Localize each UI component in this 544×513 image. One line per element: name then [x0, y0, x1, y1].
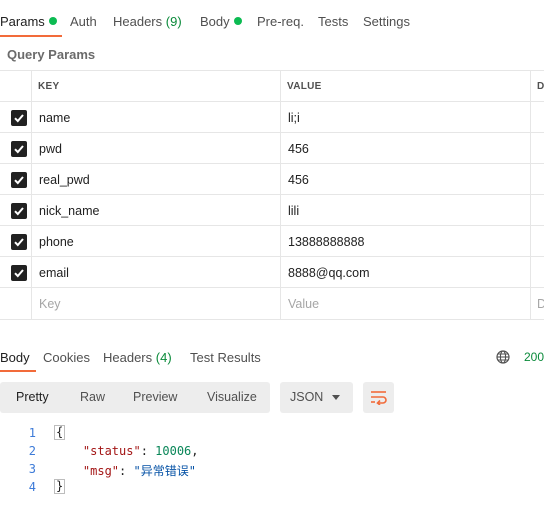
tab-prerequest[interactable]: Pre-req. [257, 14, 304, 29]
response-tab-headers-count: (4) [155, 350, 172, 365]
tab-auth[interactable]: Auth [70, 14, 97, 29]
param-value[interactable]: 456 [288, 142, 309, 156]
tab-settings[interactable]: Settings [363, 14, 410, 29]
row-checkbox[interactable] [11, 234, 27, 250]
response-tab-body[interactable]: Body [0, 350, 30, 365]
active-tab-underline [0, 35, 62, 37]
line-number: 4 [28, 480, 36, 494]
view-mode-selector: Pretty Raw Preview Visualize [0, 382, 270, 413]
column-header-key: KEY [38, 81, 60, 92]
tab-body-label: Body [200, 14, 230, 29]
params-active-dot [48, 17, 57, 25]
raw-view-button[interactable]: Raw [80, 390, 105, 404]
wrap-lines-icon [371, 391, 387, 405]
response-tabs: Body Cookies Headers (4) Test Results 20… [0, 340, 544, 374]
tab-params-label: Params [0, 14, 45, 29]
code-line: { [54, 425, 66, 440]
json-key: "msg" [82, 464, 120, 478]
code-line: "msg": "异常错误" [82, 464, 196, 478]
table-header-row: KEY VALUE D [0, 70, 544, 102]
table-row: phone 13888888888 [0, 225, 544, 257]
check-icon [14, 269, 24, 278]
response-tab-headers-label: Headers [103, 350, 153, 365]
pretty-view-button[interactable]: Pretty [16, 390, 49, 404]
check-icon [14, 238, 24, 247]
param-value[interactable]: lili [288, 204, 299, 218]
table-row: nick_name lili [0, 194, 544, 226]
param-value[interactable]: 8888@qq.com [288, 266, 370, 280]
param-key[interactable]: phone [39, 235, 74, 249]
param-value[interactable]: li;i [288, 111, 300, 125]
new-key-input[interactable]: Key [39, 297, 61, 311]
new-value-input[interactable]: Value [288, 297, 319, 311]
json-key: "status" [82, 444, 141, 458]
request-tabs: Params Auth Headers (9) Body Pre-req. Te… [0, 0, 544, 38]
row-checkbox[interactable] [11, 110, 27, 126]
wrap-lines-button[interactable] [363, 382, 394, 413]
line-number: 3 [28, 462, 36, 476]
row-checkbox[interactable] [11, 265, 27, 281]
tab-headers-count: (9) [165, 14, 182, 29]
format-dropdown[interactable]: JSON [280, 382, 353, 413]
param-key[interactable]: name [39, 111, 70, 125]
tab-prerequest-label: Pre-req. [257, 14, 304, 29]
open-brace: { [54, 425, 66, 440]
line-number: 2 [28, 444, 36, 458]
json-number: 10006 [155, 444, 192, 458]
table-row: name li;i [0, 101, 544, 133]
line-number: 1 [28, 426, 36, 440]
response-tab-cookies[interactable]: Cookies [43, 350, 90, 365]
row-checkbox[interactable] [11, 172, 27, 188]
response-tab-test-results[interactable]: Test Results [190, 350, 261, 365]
tab-tests-label: Tests [318, 14, 349, 29]
chevron-down-icon [332, 395, 340, 400]
body-active-dot [233, 17, 242, 25]
tab-params[interactable]: Params [0, 14, 57, 29]
globe-icon[interactable] [496, 350, 510, 364]
check-icon [14, 114, 24, 123]
check-icon [14, 207, 24, 216]
check-icon [14, 176, 24, 185]
column-header-value: VALUE [287, 81, 322, 92]
new-param-row: Key Value D [0, 287, 544, 320]
response-tab-test-results-label: Test Results [190, 350, 261, 365]
code-line: } [54, 479, 66, 494]
row-checkbox[interactable] [11, 141, 27, 157]
tab-tests[interactable]: Tests [318, 14, 348, 29]
table-row: email 8888@qq.com [0, 256, 544, 288]
response-tab-cookies-label: Cookies [43, 350, 90, 365]
param-key[interactable]: email [39, 266, 69, 280]
table-row: real_pwd 456 [0, 163, 544, 195]
visualize-view-button[interactable]: Visualize [207, 390, 257, 404]
param-key[interactable]: real_pwd [39, 173, 90, 187]
check-icon [14, 145, 24, 154]
status-code: 200 [524, 350, 544, 364]
format-dropdown-value: JSON [290, 390, 324, 404]
json-string: "异常错误" [133, 464, 196, 478]
param-value[interactable]: 13888888888 [288, 235, 364, 249]
active-response-tab-underline [0, 370, 36, 372]
param-key[interactable]: nick_name [39, 204, 99, 218]
tab-auth-label: Auth [70, 14, 97, 29]
table-row: pwd 456 [0, 132, 544, 164]
column-header-description: D [537, 81, 544, 92]
query-params-title: Query Params [7, 47, 96, 62]
close-brace: } [54, 479, 66, 494]
row-checkbox[interactable] [11, 203, 27, 219]
code-line: "status": 10006, [82, 444, 199, 458]
tab-headers[interactable]: Headers (9) [113, 14, 182, 29]
preview-view-button[interactable]: Preview [133, 390, 177, 404]
param-value[interactable]: 456 [288, 173, 309, 187]
response-tab-headers[interactable]: Headers (4) [103, 350, 172, 365]
tab-settings-label: Settings [363, 14, 410, 29]
new-description-input[interactable]: D [537, 297, 544, 311]
tab-body[interactable]: Body [200, 14, 242, 29]
response-tab-body-label: Body [0, 350, 30, 365]
param-key[interactable]: pwd [39, 142, 62, 156]
tab-headers-label: Headers [113, 14, 163, 29]
